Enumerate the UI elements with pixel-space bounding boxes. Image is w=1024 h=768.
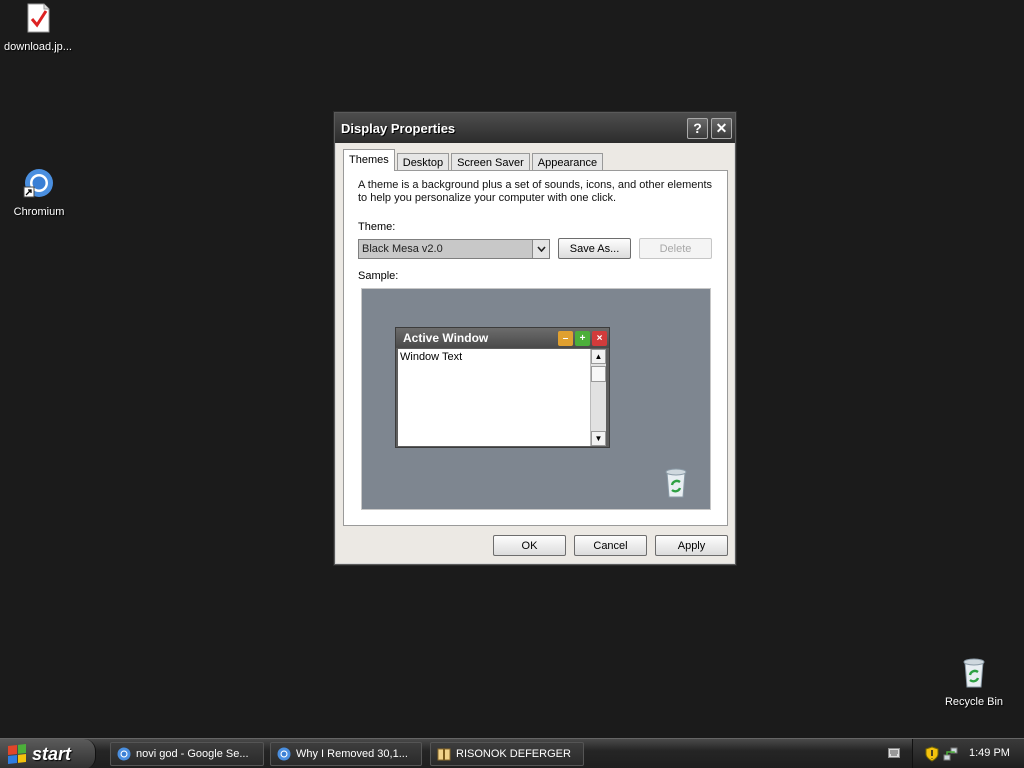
desktop-icon-download[interactable]: download.jp... [0, 2, 78, 53]
chromium-icon [23, 169, 53, 198]
display-properties-dialog: Display Properties ? ✕ Themes Desktop Sc… [334, 112, 736, 565]
start-label: start [32, 743, 72, 764]
maximize-icon: + [575, 330, 590, 346]
taskbar-item[interactable]: novi god - Google Se... [110, 742, 264, 766]
chromium-icon [117, 747, 131, 761]
windows-logo-icon [8, 744, 26, 764]
start-button[interactable]: start [0, 739, 96, 768]
security-shield-icon[interactable] [925, 746, 939, 762]
desktop-icon-label: Recycle Bin [944, 696, 1004, 708]
close-button[interactable]: ✕ [711, 117, 732, 139]
desktop-icon-chromium[interactable]: Chromium [0, 167, 79, 218]
taskbar-item[interactable]: Why I Removed 30,1... [270, 742, 422, 766]
tab-strip: Themes Desktop Screen Saver Appearance [343, 149, 605, 171]
dialog-body: Themes Desktop Screen Saver Appearance A… [336, 143, 734, 563]
sample-scrollbar: ▲ ▼ [590, 349, 606, 446]
taskbar-item-label: Why I Removed 30,1... [296, 748, 408, 760]
system-tray: 1:49 PM [912, 739, 1024, 768]
tab-screen-saver[interactable]: Screen Saver [451, 153, 530, 171]
chevron-down-icon[interactable] [532, 240, 549, 258]
taskbar-item[interactable]: RISONOK DEFERGER [430, 742, 584, 766]
tab-appearance[interactable]: Appearance [531, 153, 604, 171]
scroll-down-icon: ▼ [591, 431, 606, 446]
taskbar: start novi god - Google Se... Why I Remo… [0, 738, 1024, 768]
sample-label: Sample: [358, 270, 399, 282]
theme-select-value: Black Mesa v2.0 [362, 243, 443, 255]
scroll-up-icon: ▲ [591, 349, 606, 364]
close-icon: × [592, 330, 607, 346]
sample-window-text: Window Text [398, 349, 590, 446]
archive-icon [437, 748, 451, 761]
image-file-icon [27, 3, 50, 33]
desktop-icon-label: download.jp... [4, 41, 72, 53]
desktop-icon-recycle-bin[interactable]: Recycle Bin [934, 657, 1014, 708]
theme-select[interactable]: Black Mesa v2.0 [358, 239, 550, 259]
sample-window-titlebar: Active Window – + × [396, 328, 609, 348]
recycle-bin-icon [963, 658, 985, 688]
desktop-icon-label: Chromium [13, 206, 65, 218]
dialog-title: Display Properties [341, 120, 456, 136]
scroll-thumb [591, 366, 606, 382]
themes-panel: A theme is a background plus a set of so… [343, 170, 728, 526]
help-button[interactable]: ? [687, 117, 708, 139]
recycle-bin-icon [665, 468, 687, 498]
apply-button[interactable]: Apply [655, 535, 728, 556]
sample-window-title: Active Window [403, 331, 489, 345]
sample-preview: Active Window – + × Window Text ▲ ▼ [361, 288, 711, 510]
dialog-titlebar[interactable]: Display Properties ? ✕ [335, 113, 735, 143]
save-as-button[interactable]: Save As... [558, 238, 631, 259]
ok-button[interactable]: OK [493, 535, 566, 556]
taskbar-item-label: novi god - Google Se... [136, 748, 249, 760]
tab-themes[interactable]: Themes [343, 149, 395, 171]
delete-button[interactable]: Delete [639, 238, 712, 259]
taskbar-item-label: RISONOK DEFERGER [456, 748, 571, 760]
minimize-icon: – [558, 330, 573, 346]
theme-description: A theme is a background plus a set of so… [358, 179, 713, 204]
network-icon[interactable] [943, 746, 959, 762]
cancel-button[interactable]: Cancel [574, 535, 647, 556]
tab-desktop[interactable]: Desktop [396, 153, 450, 171]
sample-active-window: Active Window – + × Window Text ▲ ▼ [395, 327, 610, 448]
chromium-icon [277, 747, 291, 761]
theme-label: Theme: [358, 221, 396, 233]
keyboard-icon[interactable] [888, 748, 900, 758]
clock[interactable]: 1:49 PM [969, 747, 1010, 759]
